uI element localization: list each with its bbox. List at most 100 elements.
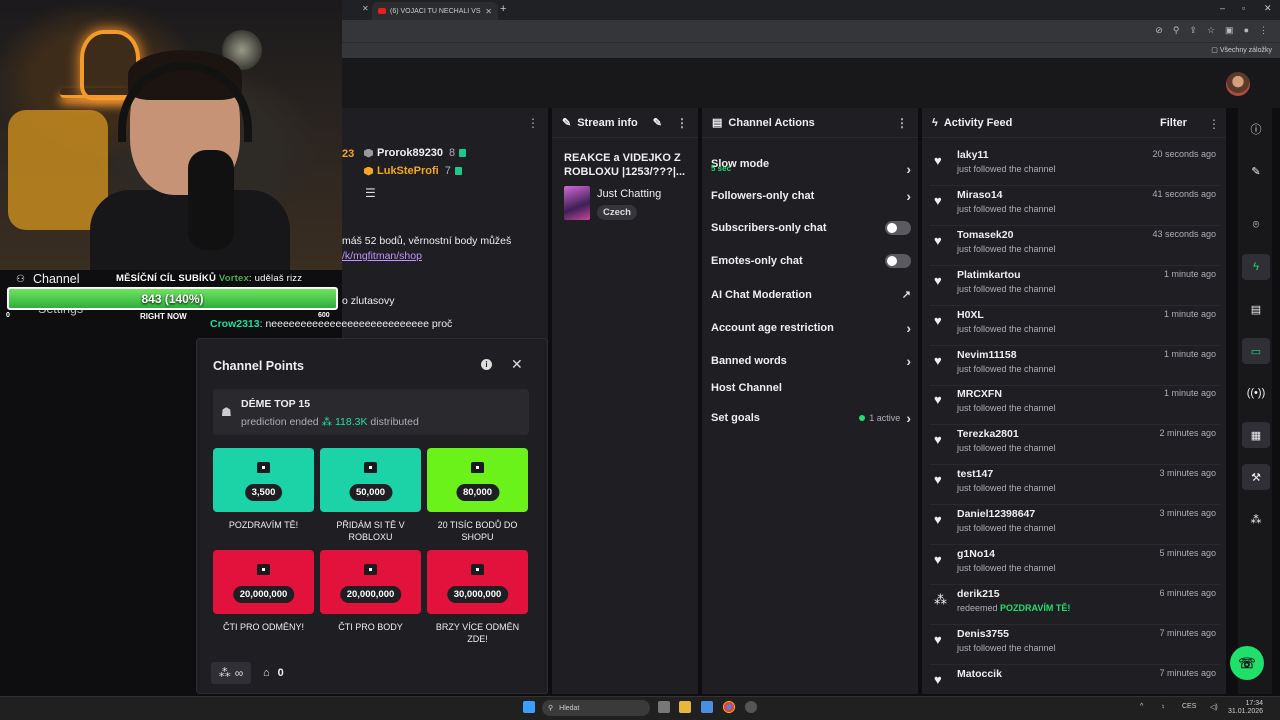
activity-feed-item[interactable]: ⁂ derik215 6 minutes ago redeemed POZDRAVÍM… (930, 585, 1220, 625)
slow-mode-row[interactable]: Slow mode › (711, 151, 911, 177)
followers-only-row[interactable]: Followers-only chat › (711, 188, 911, 204)
minimize-icon[interactable]: – (1220, 3, 1225, 13)
activity-feed-item[interactable]: ♥ Daniel12398647 3 minutes ago just followe… (930, 505, 1220, 546)
activity-user[interactable]: test147 (957, 468, 993, 480)
subscribers-only-row[interactable]: Subscribers-only chat (711, 221, 911, 235)
category-name[interactable]: Just Chatting (597, 188, 661, 200)
reward-tile[interactable]: 20,000,000 (320, 550, 421, 614)
activity-feed-item[interactable]: ♥ Platimkartou 1 minute ago just followed t… (930, 266, 1220, 306)
emotes-only-row[interactable]: Emotes-only chat (711, 254, 911, 268)
activity-feed-item[interactable]: ♥ g1No14 5 minutes ago just followed the ch… (930, 545, 1220, 585)
more-icon[interactable]: ⋮ (896, 116, 908, 130)
pencil-icon[interactable]: ✎ (1242, 158, 1270, 184)
banned-words-row[interactable]: Banned words › (711, 353, 911, 369)
activity-user[interactable]: H0XL (957, 309, 984, 321)
activity-feed-item[interactable]: ♥ laky11 20 seconds ago just followed the c… (930, 146, 1220, 186)
wrench-icon[interactable]: ⚒ (1242, 464, 1270, 490)
broadcast-icon[interactable]: ((•)) (1242, 380, 1270, 406)
activity-user[interactable]: Platimkartou (957, 269, 1021, 281)
windows-start-icon[interactable] (523, 701, 535, 713)
reward-tile[interactable]: 30,000,000 (427, 550, 528, 614)
ai-moderation-row[interactable]: AI Chat Moderation ↗ (711, 288, 911, 302)
info-icon[interactable]: i (481, 359, 492, 370)
activity-user[interactable]: MRCXFN (957, 388, 1002, 400)
stream-manager-icon[interactable]: ▦ (1242, 422, 1270, 448)
activity-user[interactable]: g1No14 (957, 548, 995, 560)
chat-user[interactable]: Crow2313 (210, 318, 260, 330)
activity-user[interactable]: Tomasek20 (957, 229, 1013, 241)
clock[interactable]: 17:34 31.01.2026 (1228, 700, 1263, 716)
activity-feed-item[interactable]: ♥ test147 3 minutes ago just followed the c… (930, 465, 1220, 506)
activity-user[interactable]: laky11 (957, 149, 989, 161)
camera-icon[interactable]: ⌾ (1242, 212, 1270, 238)
activity-user[interactable]: Daniel12398647 (957, 508, 1035, 520)
activity-feed-item[interactable]: ♥ MRCXFN 1 minute ago just followed the cha… (930, 385, 1220, 426)
activity-feed-item[interactable]: ♥ Denis3755 7 minutes ago just followed the… (930, 625, 1220, 665)
host-channel-row[interactable]: Host Channel (711, 382, 911, 394)
browser-tab[interactable]: (6) VOJÁCI TU NECHALI VŠECH... ✕ (372, 2, 498, 20)
menu-icon[interactable]: ⋮ (1259, 25, 1268, 36)
chat-more-icon[interactable]: ⋮ (527, 116, 539, 130)
star-icon[interactable]: ☆ (1207, 25, 1215, 36)
store-icon[interactable] (701, 701, 713, 713)
edit-icon[interactable]: ✎ (653, 116, 662, 129)
document-icon[interactable]: ▤ (1242, 296, 1270, 322)
activity-user[interactable]: Matoccik (957, 668, 1002, 680)
avatar[interactable] (1226, 72, 1250, 96)
taskbar-search[interactable]: ⚲ Hledat (542, 700, 650, 716)
stream-tag[interactable]: Czech (597, 205, 637, 220)
list-expand-icon[interactable]: ☰ (365, 186, 376, 200)
store-button[interactable]: ⌂ 0 (263, 662, 284, 684)
profile-icon[interactable]: ● (1244, 25, 1249, 36)
maximize-icon[interactable]: ▫ (1242, 3, 1245, 13)
activity-user[interactable]: Terezka2801 (957, 428, 1019, 440)
more-icon[interactable]: ⋮ (676, 116, 688, 130)
zoom-icon[interactable]: ⚲ (1173, 25, 1180, 36)
reward-tile[interactable]: 80,000 (427, 448, 528, 512)
viewer-row[interactable]: LukSteProfi 7 (364, 165, 462, 177)
file-explorer-icon[interactable] (679, 701, 691, 713)
chat-icon[interactable]: ▭ (1242, 338, 1270, 364)
help-chat-icon[interactable]: ☏ (1230, 646, 1264, 680)
activity-feed-item[interactable]: ♥ Nevim11158 1 minute ago just followed the… (930, 346, 1220, 386)
shop-link[interactable]: /k/mgfitman/shop (342, 250, 422, 262)
filter-button[interactable]: Filter (1160, 117, 1187, 129)
eye-off-icon[interactable]: ⊘ (1155, 25, 1163, 36)
window-close-icon[interactable]: ✕ (1264, 3, 1272, 14)
age-restriction-row[interactable]: Account age restriction › (711, 320, 911, 336)
info-icon[interactable]: ⓘ (1242, 116, 1270, 142)
viewer-row[interactable]: Prorok89230 8 (364, 147, 467, 159)
reward-tile[interactable]: 50,000 (320, 448, 421, 512)
reward-tile[interactable]: 3,500 (213, 448, 314, 512)
category-boxart[interactable] (564, 186, 590, 220)
volume-icon[interactable]: ◁) (1210, 703, 1218, 711)
all-bookmarks[interactable]: ▢ Všechny záložky (1211, 46, 1272, 54)
extensions-icon[interactable]: ▣ (1225, 25, 1234, 36)
subscribers-only-toggle[interactable] (885, 221, 911, 235)
lang-indicator[interactable]: CES (1182, 703, 1196, 710)
close-tab-icon[interactable]: ✕ (485, 7, 492, 16)
lightning-icon[interactable]: ϟ (1242, 254, 1270, 280)
task-view-icon[interactable] (658, 701, 670, 713)
mic-icon[interactable]: ♮ (1162, 703, 1165, 711)
close-icon[interactable]: ✕ (511, 356, 523, 373)
activity-feed-item[interactable]: ♥ H0XL 1 minute ago just followed the chann… (930, 306, 1220, 346)
points-icon[interactable]: ⁂ (1242, 506, 1270, 532)
activity-user[interactable]: Nevim11158 (957, 349, 1017, 361)
activity-feed-item[interactable]: ♥ Tomasek20 43 seconds ago just followed th… (930, 226, 1220, 266)
app-icon[interactable] (745, 701, 757, 713)
close-tab-icon[interactable]: ✕ (362, 4, 369, 13)
points-balance-button[interactable]: ⁂ ∞ (211, 662, 251, 684)
share-icon[interactable]: ⇪ (1189, 25, 1197, 36)
activity-user[interactable]: Miraso14 (957, 189, 1003, 201)
chrome-icon[interactable] (723, 701, 735, 713)
activity-feed-item[interactable]: ♥ Terezka2801 2 minutes ago just followed t… (930, 425, 1220, 466)
reward-tile[interactable]: 20,000,000 (213, 550, 314, 614)
channel-nav-item[interactable]: ⚇ Channel (16, 272, 80, 286)
emotes-only-toggle[interactable] (885, 254, 911, 268)
more-icon[interactable]: ⋮ (1208, 117, 1220, 131)
new-tab-icon[interactable]: + (500, 3, 506, 15)
activity-user[interactable]: derik215 (957, 588, 1000, 600)
activity-user[interactable]: Denis3755 (957, 628, 1009, 640)
tray-chevron-icon[interactable]: ^ (1140, 703, 1143, 710)
